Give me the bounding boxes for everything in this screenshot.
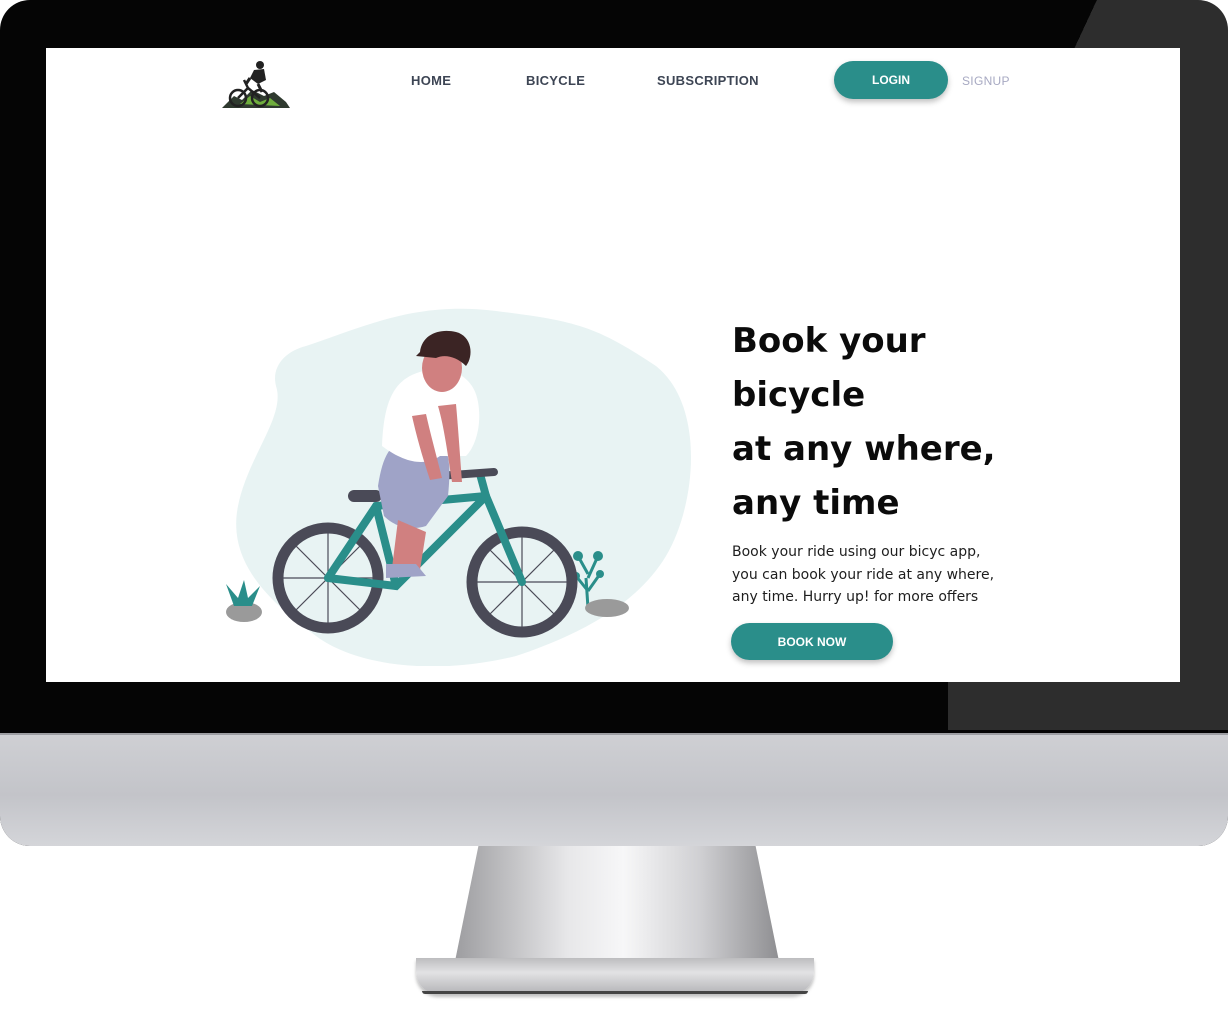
hero-title-line: at any where, <box>732 429 996 469</box>
hero-title-line: any time <box>732 483 900 523</box>
nav-subscription-link[interactable]: SUBSCRIPTION <box>657 73 759 88</box>
signup-link[interactable]: SIGNUP <box>962 74 1010 88</box>
monitor-stand-neck <box>452 846 782 976</box>
hero-description-line: you can book your ride at any where, <box>732 566 995 583</box>
hero-title: Book your bicycle at any where, any time <box>732 314 1152 530</box>
mountain-biker-logo-icon[interactable] <box>220 56 292 112</box>
hero-title-line: Book your <box>732 321 926 361</box>
hero-description: Book your ride using our bicyc app, you … <box>732 541 1022 609</box>
monitor-stand-base <box>416 958 814 994</box>
hero-title-line: bicycle <box>732 375 866 415</box>
monitor-chin <box>0 733 1228 846</box>
monitor-frame: HOME BICYCLE SUBSCRIPTION LOGIN SIGNUP B… <box>0 0 1228 846</box>
book-now-button[interactable]: BOOK NOW <box>731 623 893 660</box>
hero-description-line: any time. Hurry up! for more offers <box>732 589 979 605</box>
person-on-bicycle-illustration-icon <box>226 308 691 666</box>
hero-description-line: Book your ride using our bicyc app, <box>732 544 981 560</box>
website-screen: HOME BICYCLE SUBSCRIPTION LOGIN SIGNUP B… <box>46 48 1180 682</box>
nav-bicycle-link[interactable]: BICYCLE <box>526 73 585 88</box>
login-button[interactable]: LOGIN <box>834 61 948 99</box>
nav-home-link[interactable]: HOME <box>411 73 451 88</box>
